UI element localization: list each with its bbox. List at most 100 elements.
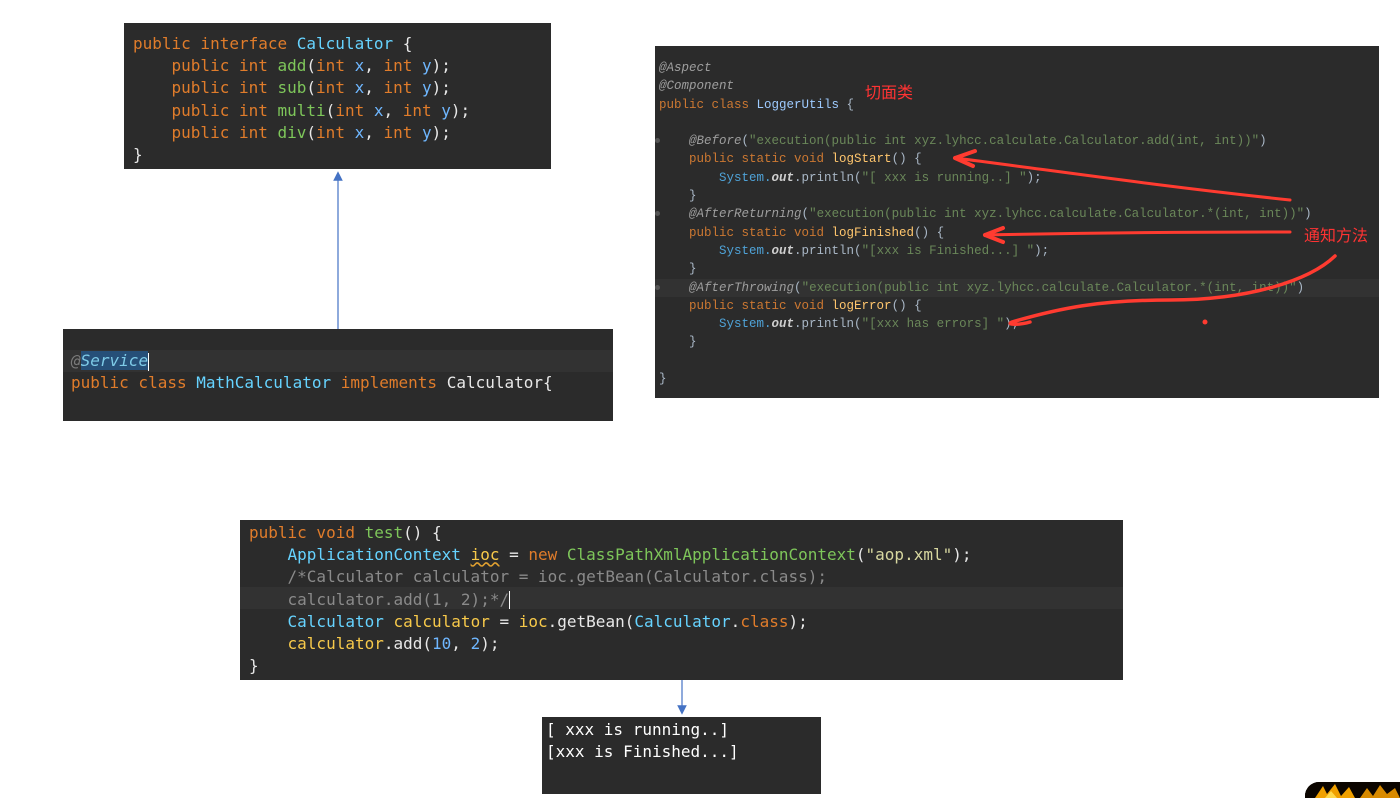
param: x — [354, 56, 365, 76]
code-line: public static void logStart() { — [659, 150, 1312, 168]
method-name: div — [277, 122, 307, 142]
method-name: logError — [831, 298, 892, 313]
code-line: ApplicationContext ioc = new ClassPathXm… — [287, 545, 972, 565]
code-line: @Service — [71, 350, 553, 372]
keyword: public static void — [689, 225, 832, 240]
code-line: public class LoggerUtils { — [659, 96, 1312, 114]
punct: } — [689, 189, 697, 204]
punct: ); — [450, 100, 471, 120]
string-literal: "[xxx is Finished...] " — [861, 243, 1035, 258]
comment: /*Calculator calculator = ioc.getBean(Ca… — [287, 567, 827, 587]
type-name: ApplicationContext — [287, 545, 461, 565]
punct: () { — [891, 152, 922, 167]
console-line: [xxx is Finished...] — [546, 742, 739, 762]
console-text: [ xxx is running..] [xxx is Finished...] — [546, 719, 739, 763]
field: out — [771, 170, 795, 185]
param: y — [422, 122, 432, 142]
system-ref: System. — [719, 317, 772, 332]
keyword: int — [335, 100, 374, 120]
code-line: public int add(int x, int y); — [133, 55, 470, 77]
method-name: multi — [277, 100, 326, 120]
param: y — [422, 56, 432, 76]
string-literal: "[xxx has errors] " — [861, 317, 1005, 332]
code-line: public interface Calculator { — [133, 33, 470, 55]
string-literal: "execution(public int xyz.lyhcc.calculat… — [809, 207, 1305, 222]
logger-utils-aspect-panel: @Aspect @Component public class LoggerUt… — [655, 46, 1379, 398]
console-line: [ xxx is running..] — [546, 720, 730, 739]
code-block: public interface Calculator { public int… — [133, 33, 470, 166]
code-line: public void test() { — [249, 522, 972, 544]
punct: ); — [1026, 170, 1042, 185]
annotation-selected: Service — [80, 351, 149, 370]
comment: calculator.add(1, 2);*/ — [287, 589, 510, 609]
method-name: sub — [277, 78, 307, 98]
call: .println( — [794, 317, 862, 332]
punct: } — [689, 262, 697, 277]
type-name: Calculator — [287, 611, 384, 631]
punct: , — [364, 122, 384, 142]
punct: ( — [306, 122, 317, 142]
punct: ); — [431, 56, 451, 76]
variable: calculator — [393, 611, 490, 631]
code-line: public class MathCalculator implements C… — [71, 372, 553, 394]
punct: ); — [952, 545, 972, 565]
keyword: public int — [133, 78, 278, 98]
field: out — [771, 317, 795, 332]
method-name: logFinished — [831, 225, 915, 240]
method-name: add — [277, 56, 307, 76]
punct: () { — [403, 523, 442, 542]
code-line: } — [659, 370, 1312, 388]
annotation: @AfterThrowing — [689, 280, 795, 295]
call: .println( — [794, 170, 862, 185]
system-ref: System. — [719, 170, 772, 185]
punct: ( — [325, 100, 336, 120]
variable: calculator — [287, 634, 384, 654]
code-line: public static void logError() { — [659, 297, 1312, 315]
punct: } — [689, 335, 697, 350]
code-line: public static void logFinished() { — [659, 224, 1312, 242]
type-name: Calculator — [634, 611, 731, 631]
param: y — [441, 100, 451, 120]
code-line: } — [659, 333, 1312, 351]
punct: , — [383, 100, 403, 120]
param: y — [422, 78, 432, 98]
param: x — [354, 78, 365, 98]
annotation: @AfterReturning — [689, 207, 802, 222]
code-block: public void test() { ApplicationContext … — [249, 522, 972, 677]
code-line: @Aspect — [659, 61, 712, 75]
keyword: public class — [71, 373, 197, 393]
console-output-panel: [ xxx is running..] [xxx is Finished...] — [542, 717, 821, 794]
code-line: public int multi(int x, int y); — [133, 100, 471, 122]
code-line: @Before("execution(public int xyz.lyhcc.… — [659, 132, 1312, 150]
punct: . — [730, 611, 741, 631]
keyword: public class — [659, 97, 757, 112]
keyword: int — [383, 122, 423, 142]
punct: } — [659, 372, 667, 387]
keyword: public interface — [133, 34, 297, 53]
keyword: int — [383, 56, 423, 76]
code-block: @Service public class MathCalculator imp… — [71, 350, 553, 394]
punct: { — [543, 373, 553, 393]
punct: , — [364, 78, 384, 98]
punct: ) — [1259, 134, 1267, 149]
punct: ); — [480, 634, 500, 654]
calculator-interface-code-panel: public interface Calculator { public int… — [124, 23, 551, 169]
keyword: public static void — [689, 298, 832, 313]
keyword: class — [740, 611, 789, 631]
system-ref: System. — [719, 243, 772, 258]
keyword: public int — [133, 56, 278, 76]
type-name: Calculator — [296, 34, 394, 53]
punct: ); — [431, 122, 451, 142]
code-line: public int sub(int x, int y); — [133, 77, 470, 99]
variable-warning: ioc — [470, 545, 500, 565]
text-caret — [148, 352, 150, 371]
punct: () { — [914, 225, 945, 240]
code-line: } — [659, 260, 1312, 278]
interface-name: Calculator — [446, 373, 544, 393]
call: .add( — [383, 634, 433, 654]
keyword: public int — [133, 100, 278, 120]
punct: , — [364, 56, 384, 76]
punct: ); — [1034, 243, 1050, 258]
punct: ); — [431, 78, 451, 98]
